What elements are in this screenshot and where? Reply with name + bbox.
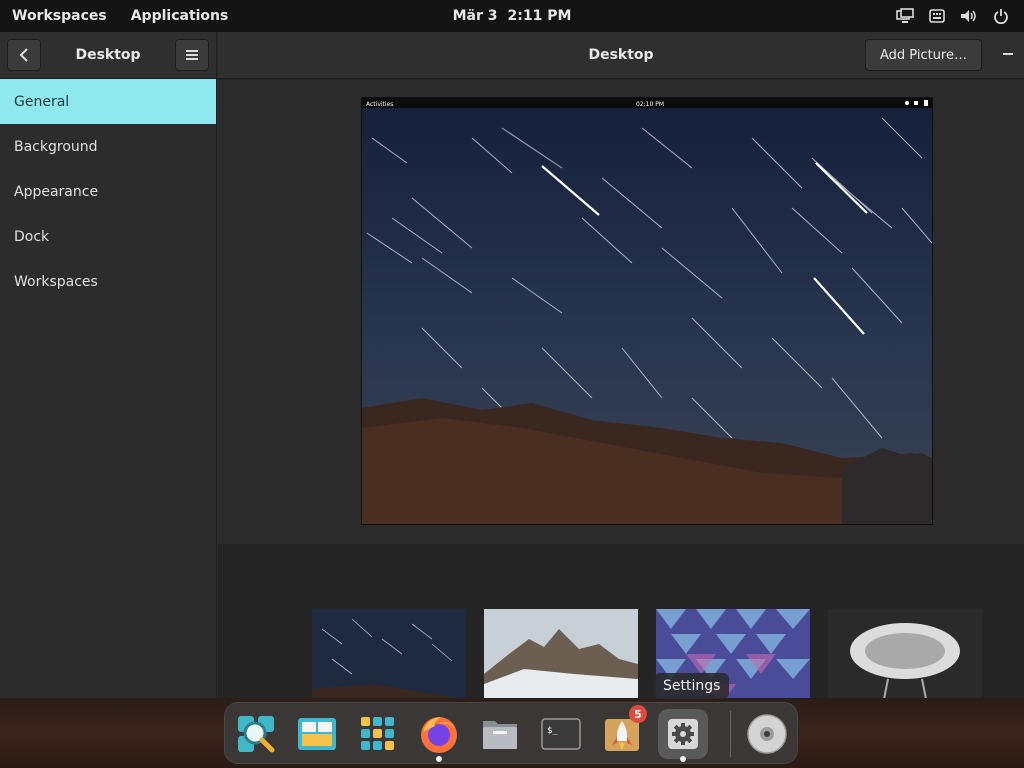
- dock-terminal[interactable]: $_: [536, 709, 586, 759]
- running-indicator: [680, 756, 686, 762]
- notification-badge: 5: [629, 705, 647, 723]
- preview-time: 02:10 PM: [636, 101, 664, 108]
- minimize-icon: [1003, 53, 1013, 55]
- dock-appcenter[interactable]: 5: [597, 705, 647, 759]
- gear-icon: [668, 719, 698, 749]
- sidebar-item-background[interactable]: Background: [0, 124, 216, 169]
- firefox-icon: [421, 717, 457, 753]
- sidebar-header: Desktop: [0, 32, 216, 79]
- dock-multitasking-app[interactable]: [292, 709, 342, 759]
- preview-activities: Activities: [366, 101, 393, 108]
- sidebar-item-workspaces[interactable]: Workspaces: [0, 259, 216, 304]
- dock-files[interactable]: [475, 709, 525, 759]
- dock-firefox[interactable]: [414, 709, 464, 762]
- keyboard-icon[interactable]: [928, 7, 946, 25]
- clock-date: Mär 3: [452, 8, 498, 24]
- add-picture-button[interactable]: Add Picture…: [864, 39, 982, 71]
- desktop-preview: Activities 02:10 PM: [361, 97, 933, 525]
- dock-settings[interactable]: [658, 709, 708, 762]
- workspaces-menu[interactable]: Workspaces: [12, 8, 107, 24]
- content-header: Desktop Add Picture…: [218, 32, 1024, 79]
- clock-time: 2:11 PM: [507, 8, 572, 24]
- display-icon[interactable]: [896, 7, 914, 25]
- chevron-left-icon: [19, 48, 28, 62]
- dock-app-grid[interactable]: [353, 709, 403, 759]
- screen: Workspaces Applications Mär 3 2:11 PM De…: [0, 0, 1024, 768]
- sidebar-nav: General Background Appearance Dock Works…: [0, 79, 216, 304]
- back-button[interactable]: [7, 39, 41, 71]
- dock: $_ 5: [224, 702, 798, 764]
- content-title: Desktop: [588, 47, 654, 63]
- folder-icon: [483, 721, 517, 749]
- dock-tooltip: Settings: [654, 673, 730, 699]
- settings-window: Desktop General Background Appearance Do…: [0, 32, 1024, 709]
- terminal-icon: $_: [541, 718, 581, 750]
- power-icon[interactable]: [992, 7, 1010, 25]
- wallpaper-thumb-star-trails[interactable]: [312, 609, 466, 709]
- sidebar-item-general[interactable]: General: [0, 79, 216, 124]
- svg-text:$_: $_: [547, 726, 558, 736]
- search-app-icon: [238, 716, 275, 753]
- app-grid-icon: [361, 717, 394, 750]
- top-panel: Workspaces Applications Mär 3 2:11 PM: [0, 0, 1024, 32]
- dock-disk[interactable]: [742, 709, 792, 759]
- disc-icon: [747, 714, 787, 754]
- sidebar-item-dock[interactable]: Dock: [0, 214, 216, 259]
- applications-menu[interactable]: Applications: [131, 8, 229, 24]
- multitasking-icon: [298, 718, 336, 750]
- content-pane: Desktop Add Picture… Activities 02:10 PM: [218, 32, 1024, 709]
- preview-area: Activities 02:10 PM: [218, 80, 1024, 544]
- minimize-button[interactable]: [1000, 46, 1016, 62]
- hamburger-icon: [186, 50, 198, 60]
- running-indicator: [436, 756, 442, 762]
- dock-search-app[interactable]: [231, 709, 281, 759]
- sidebar-item-appearance[interactable]: Appearance: [0, 169, 216, 214]
- wallpaper-thumb-mountains[interactable]: [484, 609, 638, 709]
- wallpaper-thumbnails: [218, 544, 1024, 709]
- wallpaper-thumb-dish[interactable]: [828, 609, 982, 709]
- menu-button[interactable]: [175, 39, 209, 71]
- dock-separator: [730, 711, 731, 757]
- sidebar: Desktop General Background Appearance Do…: [0, 32, 217, 698]
- star-trails-image: Activities 02:10 PM: [362, 98, 932, 524]
- volume-icon[interactable]: [960, 7, 978, 25]
